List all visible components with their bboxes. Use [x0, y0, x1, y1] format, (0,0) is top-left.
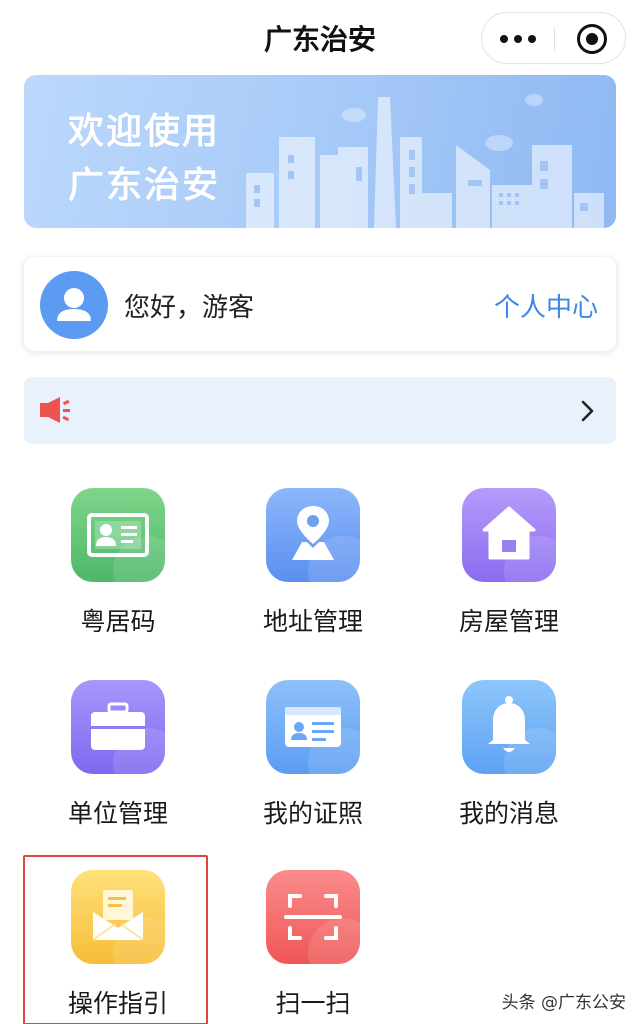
grid-item-unit[interactable]: 单位管理 [27, 680, 207, 840]
watermark-text: 头条 @广东公安 [501, 993, 626, 1013]
greeting-text: 您好，游客 [124, 293, 255, 323]
grid-label: 地址管理 [262, 607, 363, 636]
grid-item-messages[interactable]: 我的消息 [418, 680, 598, 840]
user-card: 您好，游客 个人中心 [24, 257, 616, 351]
nav-bar: 广东治安 [0, 0, 640, 75]
grid-label: 粤居码 [80, 607, 156, 636]
more-dots-icon[interactable] [482, 13, 554, 65]
briefcase-icon [71, 680, 165, 774]
scan-icon [266, 870, 360, 964]
grid-label: 我的消息 [458, 799, 559, 828]
banner-welcome-text: 欢迎使用 广东治安 [68, 105, 220, 213]
notice-bar[interactable] [24, 377, 616, 444]
grid-item-yuejuma[interactable]: 粤居码 [27, 488, 207, 648]
personal-center-link[interactable]: 个人中心 [494, 287, 598, 324]
grid-item-housing[interactable]: 房屋管理 [418, 488, 598, 648]
house-icon [462, 488, 556, 582]
app-screen: 广东治安 欢迎使用 广东治安 您好，游客 个人中心 粤居码 地址管理 房屋管理 … [0, 0, 640, 1024]
speaker-icon [38, 395, 74, 429]
grid-item-scan[interactable]: 扫一扫 [222, 870, 402, 1024]
grid-label: 单位管理 [67, 799, 168, 828]
user-avatar-icon[interactable] [40, 271, 108, 339]
grid-label: 我的证照 [262, 799, 363, 828]
id-card-icon [71, 488, 165, 582]
location-map-icon [266, 488, 360, 582]
grid-item-address[interactable]: 地址管理 [222, 488, 402, 648]
mini-program-capsule [481, 12, 626, 64]
highlight-frame [23, 855, 208, 1024]
target-close-icon[interactable] [577, 24, 607, 54]
banner-line-2: 广东治安 [68, 165, 221, 206]
grid-label: 扫一扫 [275, 989, 351, 1018]
license-card-icon [266, 680, 360, 774]
welcome-banner: 欢迎使用 广东治安 [24, 75, 616, 228]
banner-line-1: 欢迎使用 [68, 111, 221, 152]
bell-icon [462, 680, 556, 774]
chevron-right-icon[interactable] [580, 399, 596, 427]
grid-item-license[interactable]: 我的证照 [222, 680, 402, 840]
grid-label: 房屋管理 [458, 607, 559, 636]
capsule-divider [554, 27, 555, 51]
